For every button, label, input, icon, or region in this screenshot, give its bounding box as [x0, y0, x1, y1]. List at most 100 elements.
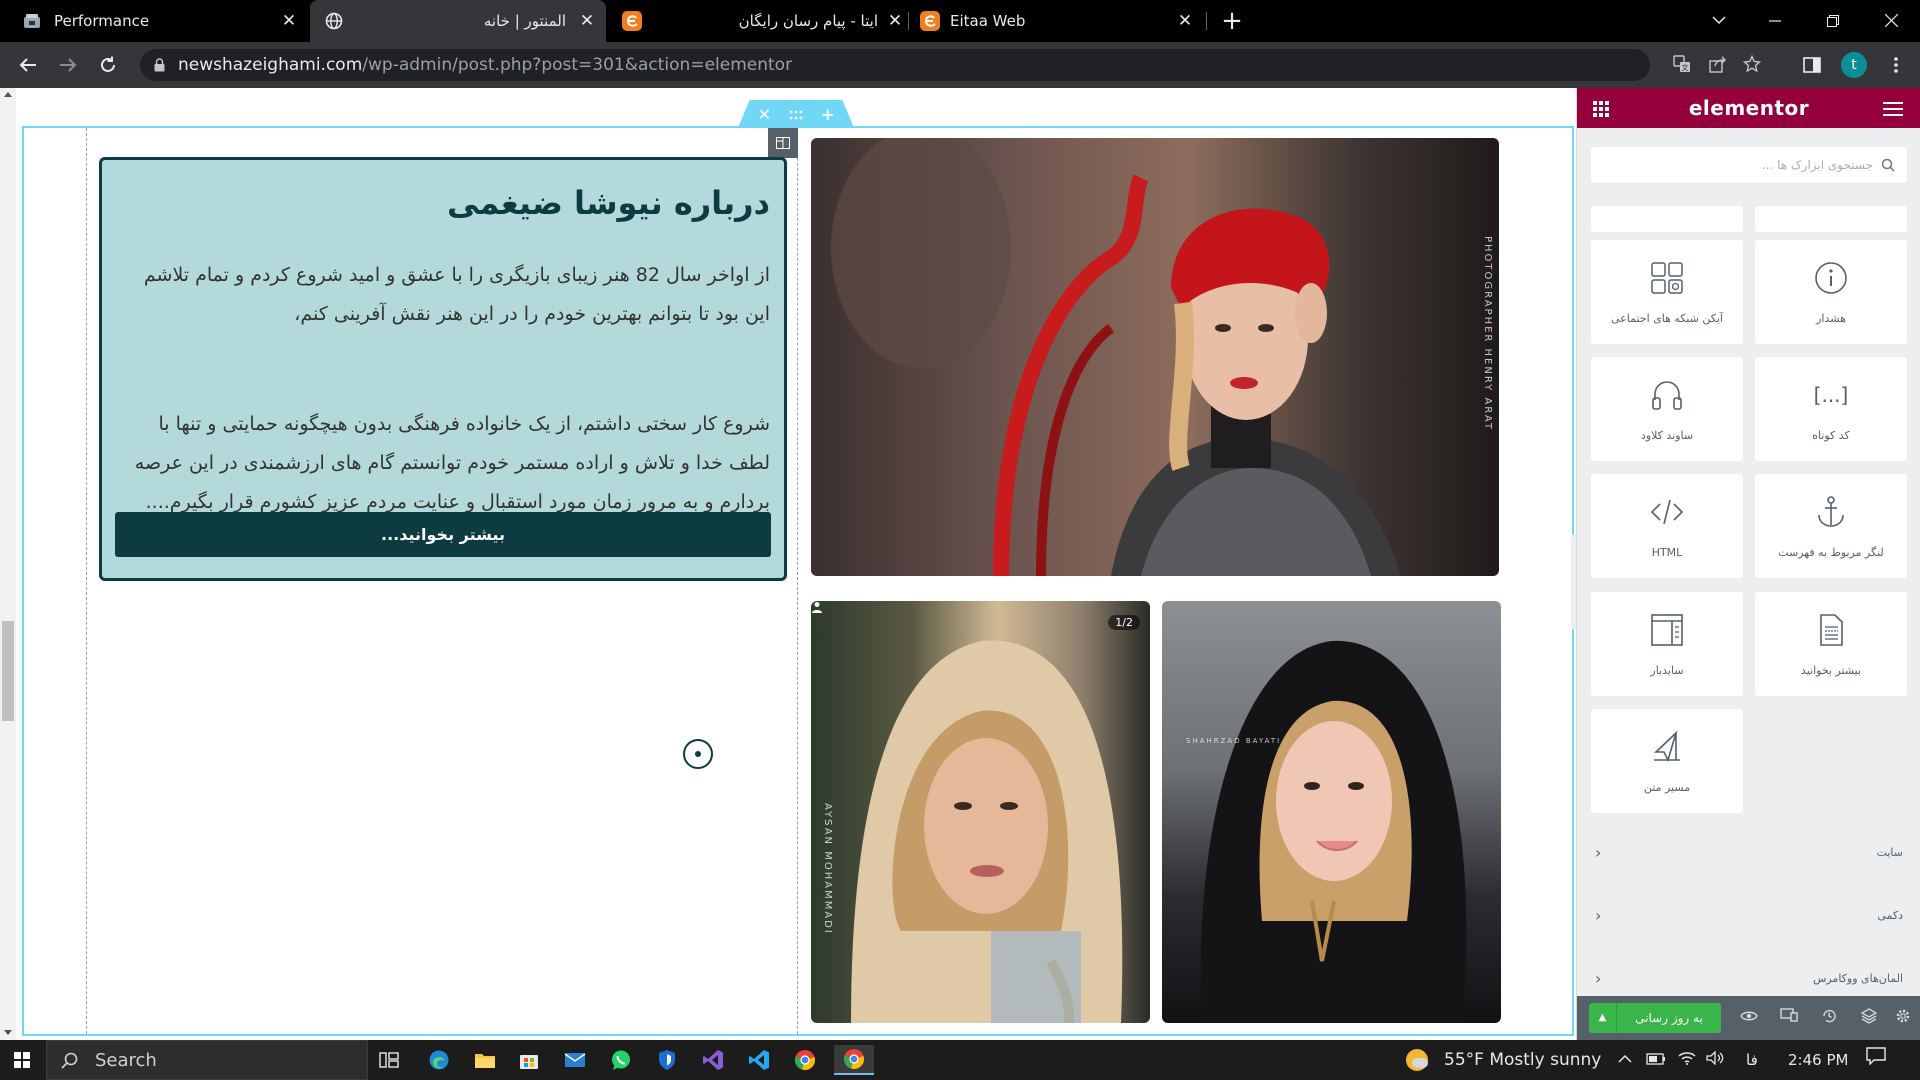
tab-separator [908, 12, 909, 30]
bookmark-star-icon[interactable] [1742, 54, 1762, 75]
tab-eitaa[interactable]: ایتا - پیام رسان رایگان ✕ [608, 0, 908, 42]
translate-icon[interactable]: 文 [1672, 55, 1692, 75]
widget-shortcode[interactable]: [...] کد کوتاه [1755, 357, 1907, 461]
eitaa-favicon [622, 11, 642, 31]
widget-alert[interactable]: هشدار [1755, 240, 1907, 344]
widget-soundcloud[interactable]: ساوند کلاود [1591, 357, 1743, 461]
address-bar[interactable]: newshazeighami.com/wp-admin/post.php?pos… [140, 49, 1762, 81]
clock-time[interactable]: 2:46 PM [1788, 1040, 1848, 1080]
drag-section-icon[interactable] [789, 105, 803, 124]
widget-read-more[interactable]: بیشتر بخوانید [1755, 592, 1907, 696]
wifi-icon[interactable] [1678, 1040, 1696, 1080]
widget-text-path[interactable]: مسیر متن [1591, 709, 1743, 813]
chevron-left-icon: ‹ [1595, 906, 1602, 925]
widget-search-input[interactable] [1613, 147, 1873, 183]
side-panel-icon[interactable] [1800, 53, 1824, 77]
performance-favicon [22, 11, 42, 31]
visual-studio-icon[interactable] [696, 1045, 730, 1075]
kebab-menu-icon[interactable] [1884, 53, 1908, 77]
chrome-active-icon[interactable] [834, 1045, 874, 1075]
settings-gear-icon[interactable] [1893, 1008, 1913, 1028]
about-card[interactable]: درباره نیوشا ضیغمی از اواخر سال 82 هنر ز… [99, 157, 787, 581]
page-scrollbar[interactable] [0, 88, 16, 1040]
user-icon [812, 602, 822, 613]
battery-icon[interactable] [1646, 1040, 1666, 1080]
notifications-icon[interactable] [1866, 1040, 1886, 1080]
scrollbar-thumb[interactable] [2, 621, 14, 721]
lock-icon[interactable] [154, 58, 165, 72]
photo-credit: PHOTOGRAPHER HENRY ARAT [1482, 236, 1493, 431]
tab-search-chevron-icon[interactable] [1696, 0, 1742, 42]
chevron-up-icon[interactable] [1618, 1040, 1632, 1080]
history-icon[interactable] [1819, 1008, 1839, 1028]
elementor-panel: elementor هشدار آیکن شبکه [1576, 88, 1920, 1040]
minimize-icon[interactable] [1752, 0, 1798, 42]
vscode-icon[interactable] [742, 1045, 776, 1075]
volume-icon[interactable] [1706, 1040, 1724, 1080]
widget-search[interactable] [1591, 147, 1907, 183]
responsive-mode-icon[interactable] [1779, 1008, 1799, 1028]
publish-options-arrow-icon[interactable]: ▲ [1589, 1003, 1617, 1033]
microsoft-store-icon[interactable] [512, 1045, 546, 1075]
read-more-icon [1811, 610, 1851, 650]
widget-label: ساید‌بار [1650, 664, 1684, 677]
chevron-left-icon: ‹ [1595, 969, 1602, 988]
share-icon[interactable] [1708, 55, 1728, 75]
read-more-button[interactable]: بیشتر بخوانید... [115, 512, 771, 557]
widget-social-icons[interactable]: آیکن شبکه های اجتماعی [1591, 240, 1743, 344]
category-label: سایت [1876, 846, 1903, 859]
scroll-up-arrow-icon[interactable] [4, 92, 12, 97]
photo-beige-scarf[interactable]: 1/2 AYSAN MOHAMMADI [811, 601, 1150, 1023]
profile-avatar[interactable]: t [1841, 52, 1867, 78]
eitaa-favicon [920, 11, 940, 31]
shortcode-icon: [...] [1813, 383, 1849, 407]
widget-sidebar[interactable]: ساید‌بار [1591, 592, 1743, 696]
category-site[interactable]: سایت ‹ [1591, 834, 1907, 874]
info-circle-icon [1811, 258, 1851, 298]
preview-eye-icon[interactable] [1739, 1008, 1759, 1028]
close-icon[interactable]: ✕ [576, 10, 598, 32]
widget-tile-cut[interactable] [1755, 206, 1907, 232]
navigator-layers-icon[interactable] [1859, 1008, 1879, 1028]
close-icon[interactable]: ✕ [884, 10, 906, 32]
chrome-icon[interactable] [788, 1045, 822, 1075]
close-icon[interactable]: ✕ [278, 10, 300, 32]
delete-section-icon[interactable]: ✕ [758, 105, 771, 124]
elementor-canvas: ✕ + درباره نیوشا ضیغمی از اواخر سال 82 ه… [16, 88, 1593, 1040]
category-woocommerce[interactable]: المان‌های ووکامرس ‹ [1591, 960, 1907, 1000]
widget-menu-anchor[interactable]: لنگر مربوط به فهرست [1755, 474, 1907, 578]
widget-html[interactable]: HTML [1591, 474, 1743, 578]
weather-text[interactable]: 55°F Mostly sunny [1444, 1040, 1601, 1080]
reload-icon[interactable] [94, 51, 122, 79]
input-language[interactable]: فا [1746, 1040, 1758, 1080]
forward-arrow-icon[interactable] [54, 51, 82, 79]
photo-red-beret[interactable]: PHOTOGRAPHER HENRY ARAT [811, 138, 1499, 576]
hamburger-menu-icon[interactable] [1883, 102, 1903, 116]
whatsapp-icon[interactable] [604, 1045, 638, 1075]
tab-performance[interactable]: Performance ✕ [0, 0, 308, 42]
column-edit-icon[interactable] [768, 128, 798, 158]
back-arrow-icon[interactable] [14, 51, 42, 79]
restore-icon[interactable] [1810, 0, 1856, 42]
tab-elementor-home[interactable]: المنتور | خانه ✕ [310, 0, 606, 42]
taskbar-search-box[interactable]: Search [46, 1040, 368, 1080]
new-tab-button[interactable]: + [1218, 7, 1246, 35]
tab-eitaa-web[interactable]: Eitaa Web ✕ [910, 0, 1206, 42]
file-explorer-icon[interactable] [468, 1045, 502, 1075]
category-dakmi[interactable]: دکمی ‹ [1591, 897, 1907, 937]
section-handle[interactable]: ✕ + [738, 100, 854, 128]
add-section-icon[interactable]: + [821, 105, 834, 124]
tab-title: ایتا - پیام رسان رایگان [738, 12, 878, 30]
photo-black-hood[interactable]: SHAHRZAD BAYATI [1162, 601, 1501, 1023]
edge-browser-icon[interactable] [422, 1045, 456, 1075]
circle-target-icon[interactable] [683, 739, 713, 769]
task-view-icon[interactable] [372, 1045, 406, 1075]
window-close-icon[interactable] [1868, 0, 1914, 42]
update-button[interactable]: ▲ به روز رسانی [1589, 1003, 1721, 1033]
widget-tile-cut[interactable] [1591, 206, 1743, 232]
scroll-down-arrow-icon[interactable] [4, 1030, 12, 1035]
close-icon[interactable]: ✕ [1174, 10, 1196, 32]
start-button[interactable] [0, 1040, 44, 1080]
security-shield-icon[interactable] [650, 1045, 684, 1075]
mail-icon[interactable] [558, 1045, 592, 1075]
